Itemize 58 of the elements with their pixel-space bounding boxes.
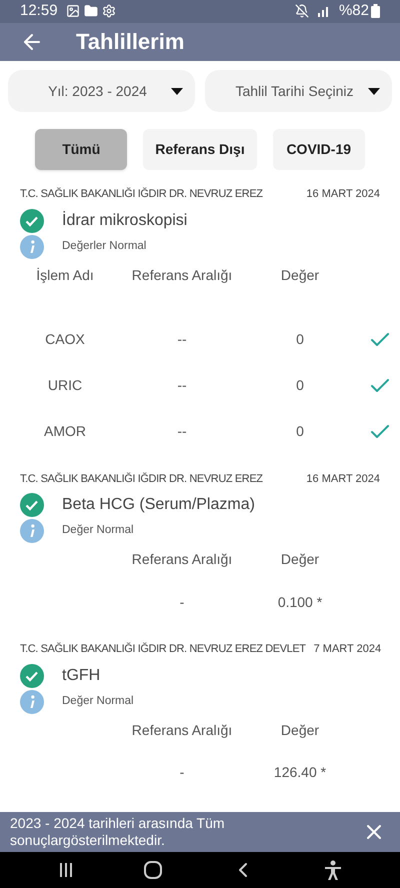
snackbar-message: 2023 - 2024 tarihleri arasında Tüm sonuçlargösterilmektedir. [10,814,226,849]
recent-apps-icon[interactable] [58,862,74,878]
battery-text: %82 [338,1,369,21]
info-icon [20,519,44,544]
column-text: İşlem Adı [36,266,94,285]
signal-icon [316,5,331,18]
battery-icon [371,4,380,18]
mute-icon [294,4,309,18]
column-text: - [180,592,184,612]
info-icon [20,690,44,714]
image-icon [66,4,80,18]
check-circle-icon [20,493,44,518]
column-text: -- [177,422,187,442]
dropdown[interactable]: Tahlil Tarihi Seçiniz [205,70,392,112]
clock-text: 12:59 [20,1,58,21]
institution-text: T.C. SAĞLIK BAKANLIĞI IĞDIR DR. NEVRUZ EREZ DEVLET [20,642,306,658]
dropdown-caret-icon [368,88,380,95]
column-text: CAOX [45,330,85,350]
home-icon[interactable] [142,860,163,880]
date-text: 16 MART 2024 [306,472,380,487]
column-text: Referans Aralığı [132,720,232,740]
column-text: Değer [280,550,320,570]
filter-tab[interactable]: Tümü [35,129,128,170]
column-text: Referans Aralığı [132,266,232,285]
status-note: Değer Normal [62,523,134,538]
column-text: 0 [296,330,304,350]
column-text: Değer [280,720,320,740]
column-text: URIC [48,376,82,396]
filter-tab[interactable]: COVID-19 [272,129,365,170]
test-name: Beta HCG (Serum/Plazma) [62,495,255,516]
status-note: Değerler Normal [62,238,146,254]
column-text: -- [177,376,187,396]
accessibility-icon[interactable] [324,860,342,880]
check-circle-icon [20,664,44,688]
column-text: -- [177,330,187,350]
date-text: 7 MART 2024 [314,642,382,658]
test-name: İdrar mikroskopisi [62,210,188,231]
column-text: Değer [280,266,320,285]
column-text: 0.100 * [278,592,322,612]
dropdown[interactable]: Yıl: 2023 - 2024 [8,70,195,112]
dropdown-caret-icon [171,88,183,95]
status-note: Değer Normal [62,694,134,709]
institution-text: T.C. SAĞLIK BAKANLIĞI IĞDIR DR. NEVRUZ EREZ [20,186,263,202]
column-text: 126.40 * [274,763,326,782]
column-text: - [180,763,184,782]
settings-icon [102,4,116,18]
page-title: Tahlillerim [76,28,184,56]
column-text: Referans Aralığı [132,550,232,570]
column-text: 0 [296,422,304,442]
date-text: 16 MART 2024 [306,187,380,202]
check-circle-icon [20,208,44,233]
folder-icon [84,4,98,18]
test-name: tGFH [62,666,100,686]
institution-text: T.C. SAĞLIK BAKANLIĞI IĞDIR DR. NEVRUZ EREZ [20,472,263,487]
filter-tab[interactable]: Referans Dışı [143,129,257,170]
column-text: AMOR [44,422,86,442]
info-icon [20,234,44,259]
column-text: 0 [296,376,304,396]
